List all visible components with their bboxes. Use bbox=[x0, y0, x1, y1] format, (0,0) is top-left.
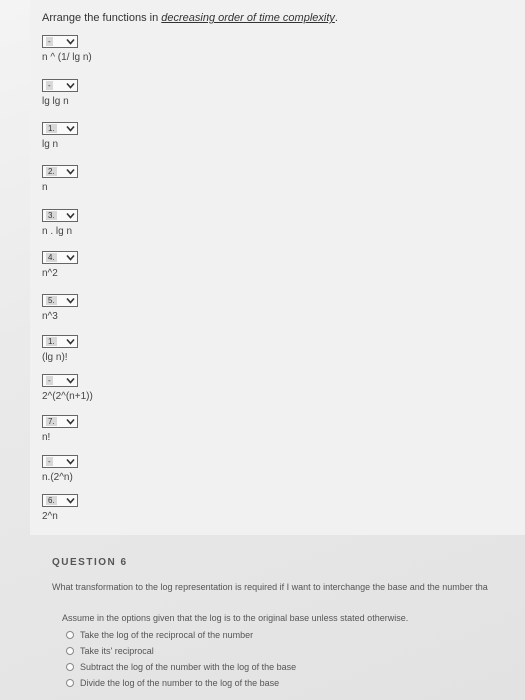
answer-option-label: Subtract the log of the number with the … bbox=[80, 662, 297, 672]
rank-select-value: - bbox=[46, 376, 53, 385]
question-6-title: QUESTION 6 bbox=[52, 557, 128, 568]
chevron-down-icon bbox=[66, 37, 75, 46]
chevron-down-icon bbox=[66, 211, 75, 220]
chevron-down-icon bbox=[66, 417, 75, 426]
radio-button-icon[interactable] bbox=[66, 663, 74, 671]
ordering-item: - lg lg n bbox=[42, 75, 78, 107]
answer-option[interactable]: Take the log of the reciprocal of the nu… bbox=[66, 630, 253, 640]
rank-select-value: 3. bbox=[46, 211, 57, 220]
rank-select-value: 6. bbox=[46, 496, 57, 505]
ordering-item: 2. n bbox=[42, 161, 78, 193]
rank-select-value: - bbox=[46, 81, 53, 90]
rank-select[interactable]: - bbox=[42, 35, 78, 48]
function-label: 2^(2^(n+1)) bbox=[42, 391, 93, 402]
chevron-down-icon bbox=[66, 496, 75, 505]
instruction-suffix: . bbox=[334, 12, 338, 24]
rank-select[interactable]: 6. bbox=[42, 494, 78, 507]
chevron-down-icon bbox=[66, 457, 75, 466]
rank-select-value: 5. bbox=[46, 296, 57, 305]
rank-select[interactable]: - bbox=[42, 455, 78, 468]
function-label: n^2 bbox=[42, 268, 58, 279]
answer-option[interactable]: Divide the log of the number to the log … bbox=[66, 678, 279, 688]
chevron-down-icon bbox=[66, 81, 75, 90]
chevron-down-icon bbox=[66, 124, 75, 133]
chevron-down-icon bbox=[66, 337, 75, 346]
rank-select-value: - bbox=[46, 457, 53, 466]
function-label: lg n bbox=[42, 139, 59, 150]
question-6-prompt: What transformation to the log represent… bbox=[52, 582, 488, 592]
chevron-down-icon bbox=[66, 296, 75, 305]
chevron-down-icon bbox=[66, 253, 75, 262]
chevron-down-icon bbox=[66, 376, 75, 385]
function-label: n! bbox=[42, 432, 51, 443]
rank-select[interactable]: 1. bbox=[42, 122, 78, 135]
function-label: (lg n)! bbox=[42, 352, 68, 363]
function-label: n bbox=[42, 182, 48, 193]
question-5-panel bbox=[30, 0, 525, 535]
radio-button-icon[interactable] bbox=[66, 679, 74, 687]
answer-option[interactable]: Take its' reciprocal bbox=[66, 646, 154, 656]
question-6-assumption: Assume in the options given that the log… bbox=[62, 613, 409, 623]
rank-select-value: 1. bbox=[46, 337, 57, 346]
screen: Arrange the functions in decreasing orde… bbox=[0, 0, 525, 700]
answer-option-label: Take its' reciprocal bbox=[80, 646, 154, 656]
rank-select-value: 7. bbox=[46, 417, 57, 426]
question-5-instruction: Arrange the functions in decreasing orde… bbox=[42, 12, 338, 24]
instruction-prefix: Arrange the functions in bbox=[42, 12, 162, 24]
chevron-down-icon bbox=[66, 167, 75, 176]
function-label: n ^ (1/ lg n) bbox=[42, 52, 92, 63]
radio-button-icon[interactable] bbox=[66, 631, 74, 639]
ordering-item: 5. n^3 bbox=[42, 290, 78, 322]
rank-select[interactable]: 1. bbox=[42, 335, 78, 348]
rank-select-value: - bbox=[46, 37, 53, 46]
rank-select[interactable]: - bbox=[42, 79, 78, 92]
answer-option[interactable]: Subtract the log of the number with the … bbox=[66, 662, 296, 672]
rank-select-value: 2. bbox=[46, 167, 57, 176]
function-label: 2^n bbox=[42, 511, 58, 522]
ordering-item: 1. (lg n)! bbox=[42, 331, 78, 363]
ordering-item: 1. lg n bbox=[42, 118, 78, 150]
answer-option-label: Take the log of the reciprocal of the nu… bbox=[80, 630, 254, 640]
function-label: n^3 bbox=[42, 311, 58, 322]
function-label: n . lg n bbox=[42, 226, 73, 237]
rank-select[interactable]: 7. bbox=[42, 415, 78, 428]
ordering-item: - 2^(2^(n+1)) bbox=[42, 370, 93, 402]
instruction-emphasis: decreasing order of time complexity bbox=[161, 12, 335, 24]
ordering-item: 3. n . lg n bbox=[42, 205, 78, 237]
function-label: lg lg n bbox=[42, 96, 69, 107]
ordering-item: 7. n! bbox=[42, 411, 78, 443]
radio-button-icon[interactable] bbox=[66, 647, 74, 655]
rank-select[interactable]: - bbox=[42, 374, 78, 387]
rank-select[interactable]: 5. bbox=[42, 294, 78, 307]
rank-select-value: 4. bbox=[46, 253, 57, 262]
rank-select[interactable]: 3. bbox=[42, 209, 78, 222]
answer-option-label: Divide the log of the number to the log … bbox=[80, 678, 280, 688]
function-label: n.(2^n) bbox=[42, 472, 73, 483]
ordering-item: 4. n^2 bbox=[42, 247, 78, 279]
rank-select[interactable]: 4. bbox=[42, 251, 78, 264]
ordering-item: - n.(2^n) bbox=[42, 451, 78, 483]
rank-select-value: 1. bbox=[46, 124, 57, 133]
ordering-item: 6. 2^n bbox=[42, 490, 78, 522]
rank-select[interactable]: 2. bbox=[42, 165, 78, 178]
ordering-item: - n ^ (1/ lg n) bbox=[42, 31, 92, 63]
